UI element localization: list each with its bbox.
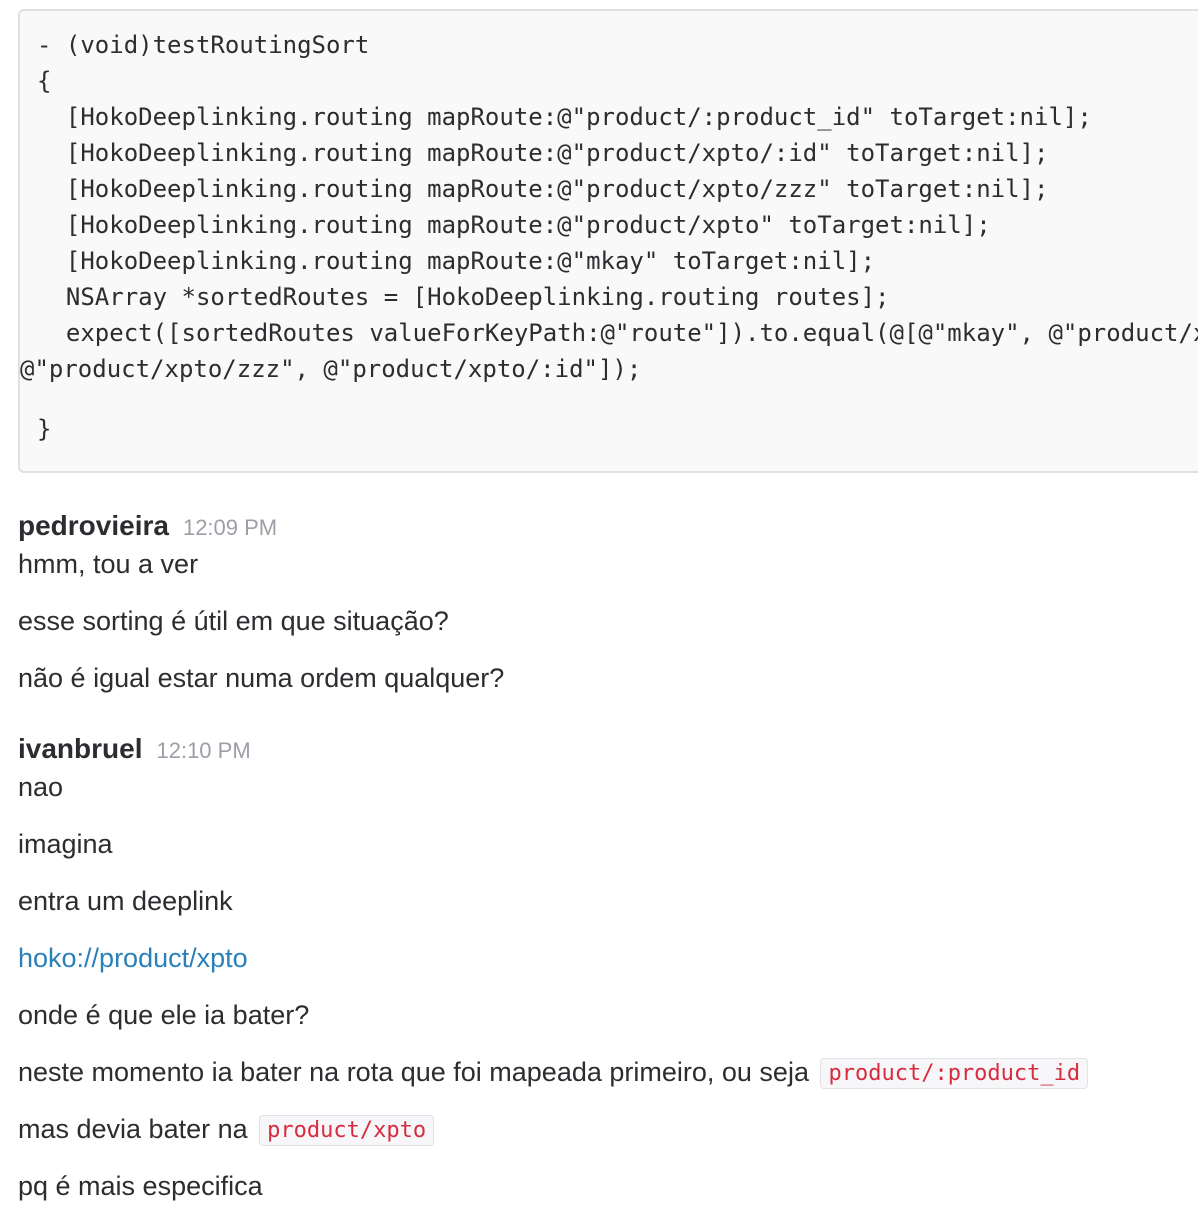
- code-line: NSArray *sortedRoutes = [HokoDeeplinking…: [37, 283, 890, 311]
- code-line: {: [37, 67, 52, 95]
- code-line: [HokoDeeplinking.routing mapRoute:@"prod…: [37, 139, 1049, 167]
- message-text: pq é mais especifica: [18, 1171, 263, 1201]
- code-line: @"product/xpto/zzz", @"product/xpto/:id"…: [20, 355, 642, 383]
- code-text: - (void)testRoutingSort { [HokoDeeplinkin…: [20, 27, 1198, 447]
- code-line: [HokoDeeplinking.routing mapRoute:@"prod…: [37, 103, 1092, 131]
- message-text-span: neste momento ia bater na rota que foi m…: [18, 1057, 809, 1087]
- message-text: não é igual estar numa ordem qualquer?: [18, 663, 505, 693]
- message-group: pedrovieira 12:09 PM hmm, tou a ver esse…: [18, 510, 504, 717]
- code-line: expect([sortedRoutes valueForKeyPath:@"r…: [37, 319, 1198, 347]
- code-line: [HokoDeeplinking.routing mapRoute:@"mkay…: [37, 247, 876, 275]
- message-text: entra um deeplink: [18, 886, 233, 916]
- message-text: hoko://product/xpto: [18, 940, 1088, 997]
- message-header: ivanbruel 12:10 PM: [18, 733, 1088, 769]
- message-text: nao: [18, 772, 64, 802]
- message-timestamp[interactable]: 12:10 PM: [156, 738, 250, 764]
- inline-code: product/:product_id: [820, 1058, 1089, 1089]
- message-text: onde é que ele ia bater?: [18, 1000, 310, 1030]
- message-text-span: mas devia bater na: [18, 1114, 248, 1144]
- sender-name[interactable]: pedrovieira: [18, 510, 169, 542]
- message-group: ivanbruel 12:10 PM nao imagina entra um …: [18, 733, 1089, 1225]
- message-timestamp[interactable]: 12:09 PM: [183, 515, 277, 541]
- code-snippet[interactable]: - (void)testRoutingSort { [HokoDeeplinkin…: [18, 9, 1198, 473]
- message-text: neste momento ia bater na rota que foi m…: [18, 1054, 1089, 1111]
- deeplink-url-link[interactable]: hoko://product/xpto: [18, 943, 248, 973]
- sender-name[interactable]: ivanbruel: [18, 733, 142, 765]
- message-text: mas devia bater na product/xpto: [18, 1111, 1088, 1168]
- code-line: }: [37, 415, 52, 443]
- code-line: [HokoDeeplinking.routing mapRoute:@"prod…: [37, 175, 1049, 203]
- message-text: imagina: [18, 829, 113, 859]
- chat-transcript: - (void)testRoutingSort { [HokoDeeplinkin…: [0, 0, 1198, 1232]
- message-header: pedrovieira 12:09 PM: [18, 510, 504, 546]
- code-line: [HokoDeeplinking.routing mapRoute:@"prod…: [37, 211, 991, 239]
- message-text: esse sorting é útil em que situação?: [18, 606, 449, 636]
- message-text: hmm, tou a ver: [18, 549, 199, 579]
- code-line: - (void)testRoutingSort: [37, 31, 370, 59]
- inline-code: product/xpto: [259, 1115, 435, 1146]
